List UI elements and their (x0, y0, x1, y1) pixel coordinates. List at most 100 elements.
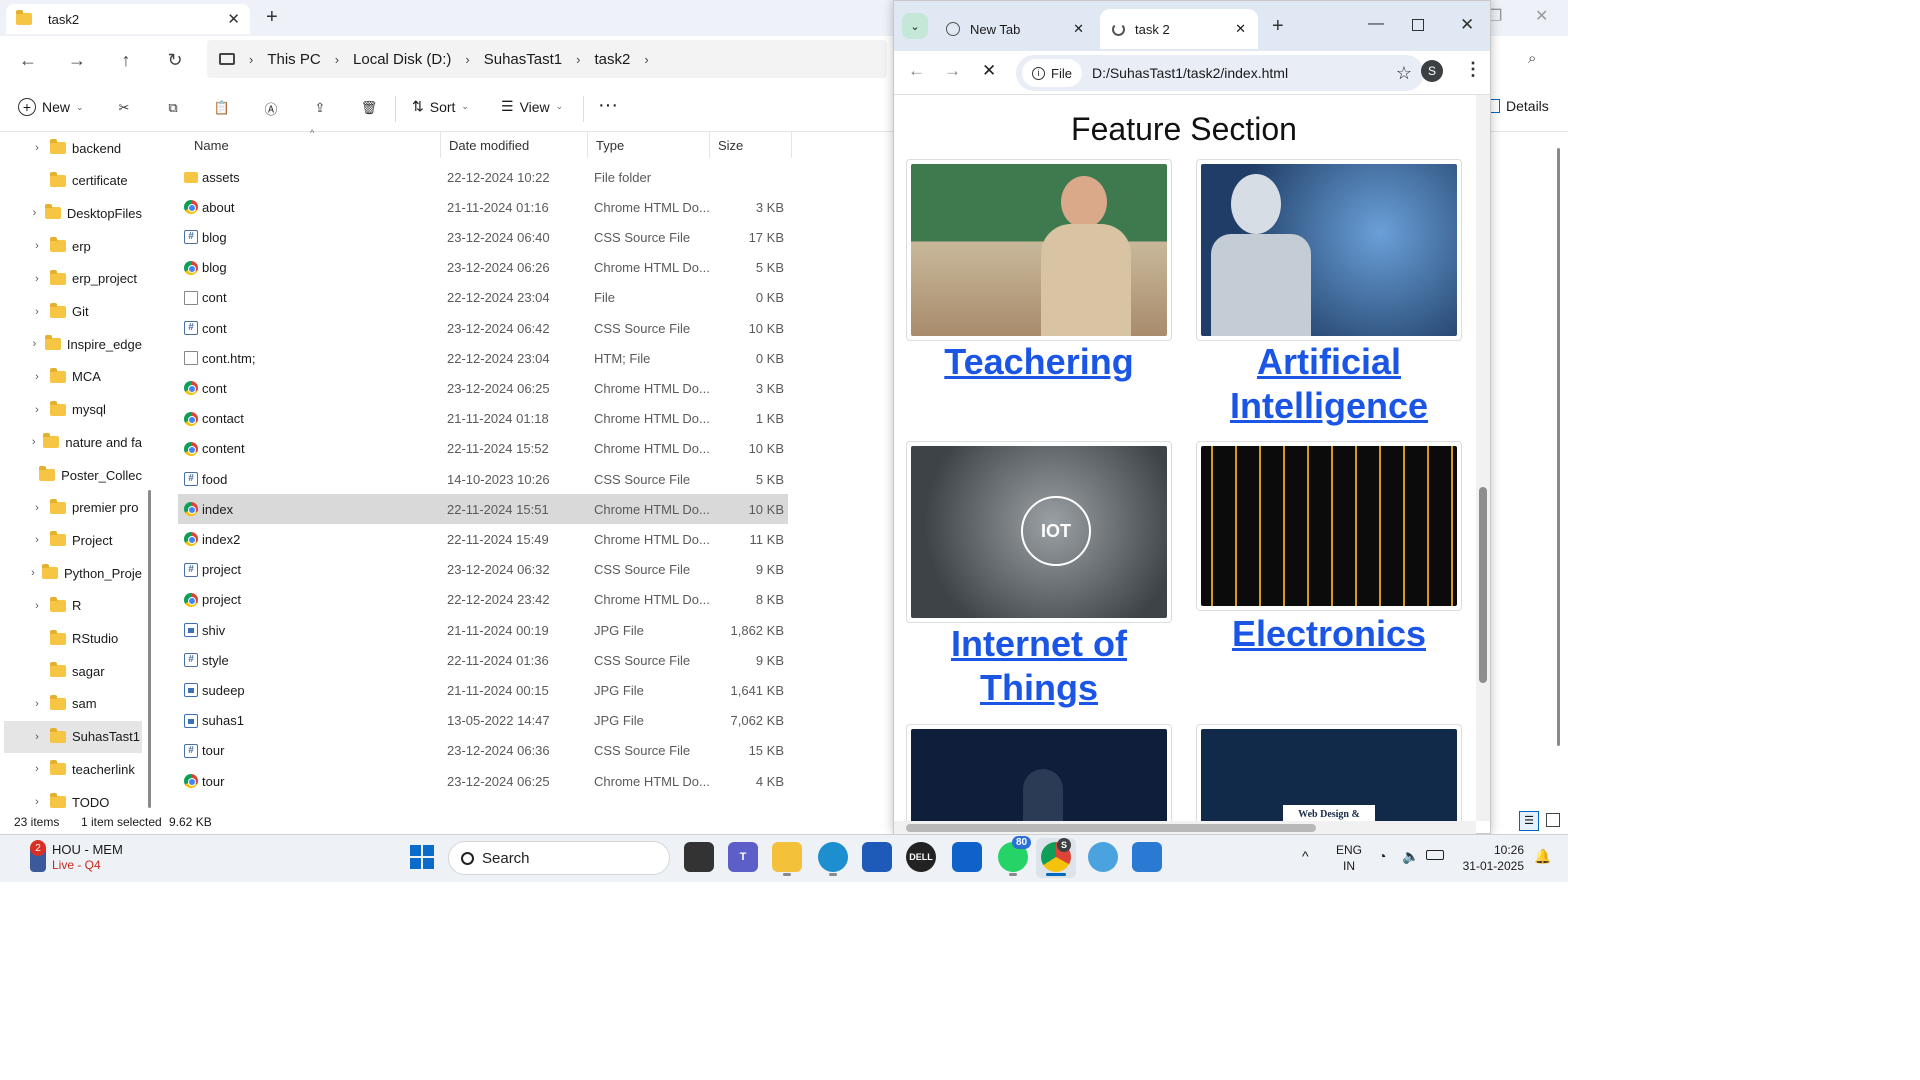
close-tab-icon[interactable]: ✕ (1073, 21, 1084, 37)
nav-item[interactable]: › Git (4, 296, 142, 328)
file-row[interactable]: cont 22-12-2024 23:04 File 0 KB (178, 283, 788, 313)
language-indicator[interactable]: ENG IN (1336, 842, 1362, 874)
chrome-menu-icon[interactable]: ⋮ (1464, 59, 1482, 80)
expand-chevron-icon[interactable]: › (24, 600, 50, 612)
battery-icon[interactable] (1426, 850, 1444, 860)
breadcrumb[interactable]: › This PC › Local Disk (D:) › SuhasTast1… (207, 40, 887, 78)
file-row[interactable]: # blog 23-12-2024 06:40 CSS Source File 17 K… (178, 222, 788, 252)
breadcrumb-item[interactable]: Local Disk (D:) (353, 51, 451, 68)
close-tab-icon[interactable]: ✕ (227, 10, 240, 28)
nav-item[interactable]: › erp_project (4, 263, 142, 295)
file-row[interactable]: suhas1 13-05-2022 14:47 JPG File 7,062 KB (178, 706, 788, 736)
file-row[interactable]: sudeep 21-11-2024 00:15 JPG File 1,641 KB (178, 675, 788, 705)
expand-chevron-icon[interactable]: › (24, 306, 50, 318)
file-row[interactable]: # cont 23-12-2024 06:42 CSS Source File 10 K… (178, 313, 788, 343)
nav-item[interactable]: › MCA (4, 361, 142, 393)
nav-item[interactable]: › Project (4, 524, 142, 556)
clock[interactable]: 10:26 31-01-2025 (1460, 842, 1524, 874)
refresh-button[interactable]: ↻ (163, 48, 187, 72)
cut-icon[interactable]: ✂ (113, 97, 135, 119)
details-button[interactable]: Details (1490, 98, 1549, 114)
nav-item[interactable]: ›certificate (4, 165, 142, 197)
expand-chevron-icon[interactable]: › (24, 698, 50, 710)
breadcrumb-item[interactable]: task2 (594, 51, 630, 68)
nav-item[interactable]: ›sagar (4, 655, 142, 687)
page-horizontal-scrollbar[interactable] (894, 821, 1476, 835)
forward-button[interactable]: → (65, 48, 89, 72)
new-tab-button[interactable]: + (1272, 15, 1284, 38)
new-tab-button[interactable]: + (266, 6, 278, 29)
back-button[interactable]: ← (16, 48, 40, 72)
search-icon[interactable]: ⌕ (1528, 50, 1536, 67)
page-vertical-scrollbar[interactable] (1476, 95, 1490, 821)
feature-link-iot[interactable]: Internet of Things (894, 622, 1189, 710)
minimize-icon[interactable]: — (1368, 15, 1384, 33)
store-icon[interactable] (862, 842, 892, 872)
up-button[interactable]: ↑ (114, 48, 138, 72)
expand-chevron-icon[interactable]: › (24, 240, 50, 252)
remote-desktop-icon[interactable] (952, 842, 982, 872)
wifi-icon[interactable]: ◔ (1378, 848, 1386, 864)
file-row[interactable]: tour 23-12-2024 06:25 Chrome HTML Do... 4 K… (178, 766, 788, 796)
back-button[interactable]: ← (908, 61, 925, 81)
expand-chevron-icon[interactable]: › (24, 371, 50, 383)
close-tab-icon[interactable]: ✕ (1235, 21, 1246, 37)
chrome-tab-new[interactable]: New Tab ✕ (934, 9, 1096, 49)
windows-start-icon[interactable] (410, 845, 434, 869)
nav-item[interactable]: › SuhasTast1 (4, 720, 142, 753)
forward-button[interactable]: → (944, 61, 961, 81)
file-row[interactable]: contact 21-11-2024 01:18 Chrome HTML Do...… (178, 404, 788, 434)
task-view-icon[interactable] (684, 842, 714, 872)
column-header-date[interactable]: Date modified (441, 132, 588, 158)
expand-chevron-icon[interactable]: › (24, 763, 50, 775)
stock-widget[interactable]: 2 (24, 840, 50, 874)
file-row[interactable]: cont 23-12-2024 06:25 Chrome HTML Do... 3 K… (178, 373, 788, 403)
column-header-size[interactable]: Size (710, 132, 792, 158)
view-button[interactable]: ☰ View ⌄ (501, 98, 563, 115)
close-window-icon[interactable]: ✕ (1460, 15, 1474, 35)
maximize-icon[interactable] (1412, 19, 1424, 31)
expand-chevron-icon[interactable]: › (24, 534, 50, 546)
new-button[interactable]: + New ⌄ (18, 98, 84, 116)
volume-icon[interactable]: 🔈 (1402, 848, 1419, 865)
chrome-icon[interactable]: S (1041, 838, 1071, 872)
file-row[interactable]: # style 22-11-2024 01:36 CSS Source File 9 K… (178, 645, 788, 675)
feature-link-teaching[interactable]: Teachering (894, 340, 1189, 384)
edge-icon[interactable] (818, 842, 848, 872)
nav-item[interactable]: › backend (4, 132, 142, 164)
file-row[interactable]: cont.htm; 22-12-2024 23:04 HTM; File 0 KB (178, 343, 788, 373)
nav-item[interactable]: ›RStudio (4, 623, 142, 655)
nav-item[interactable]: › DesktopFiles (4, 197, 142, 229)
file-row[interactable]: project 22-12-2024 23:42 Chrome HTML Do...… (178, 585, 788, 615)
explorer-right-scrollbar[interactable] (1557, 148, 1560, 746)
file-row[interactable]: index 22-11-2024 15:51 Chrome HTML Do... 10… (178, 494, 788, 525)
expand-chevron-icon[interactable]: › (24, 567, 42, 579)
delete-icon[interactable]: 🗑 (358, 97, 380, 119)
breadcrumb-item[interactable]: SuhasTast1 (484, 51, 562, 68)
file-row[interactable]: about 21-11-2024 01:16 Chrome HTML Do... 3 … (178, 192, 788, 222)
omnibox[interactable]: i File D:/SuhasTast1/task2/index.html ☆ (1016, 55, 1424, 91)
nav-item[interactable]: › mysql (4, 394, 142, 426)
nav-scrollbar[interactable] (148, 490, 151, 808)
expand-chevron-icon[interactable]: › (24, 273, 50, 285)
expand-chevron-icon[interactable]: › (24, 404, 50, 416)
url-text[interactable]: D:/SuhasTast1/task2/index.html (1092, 65, 1288, 81)
close-window-icon[interactable]: ✕ (1535, 6, 1548, 26)
teams-icon[interactable]: T (728, 842, 758, 872)
nav-item[interactable]: › Python_Proje (4, 557, 142, 589)
site-info-chip[interactable]: i File (1022, 59, 1082, 87)
file-row[interactable]: assets 22-12-2024 10:22 File folder (178, 162, 788, 192)
profile-avatar[interactable]: S (1421, 60, 1443, 82)
expand-chevron-icon[interactable]: › (24, 502, 50, 514)
file-row[interactable]: shiv 21-11-2024 00:19 JPG File 1,862 KB (178, 615, 788, 645)
show-hidden-icons-chevron[interactable]: ^ (1302, 848, 1309, 864)
file-row[interactable]: # project 23-12-2024 06:32 CSS Source File 9… (178, 555, 788, 585)
file-row[interactable]: blog 23-12-2024 06:26 Chrome HTML Do... 5 K… (178, 253, 788, 283)
file-row[interactable]: # food 14-10-2023 10:26 CSS Source File 5 KB (178, 464, 788, 494)
more-options-icon[interactable]: ··· (598, 94, 618, 117)
tab-search-icon[interactable]: ⌄ (902, 13, 928, 39)
file-row[interactable]: content 22-11-2024 15:52 Chrome HTML Do...… (178, 434, 788, 464)
notification-bell-icon[interactable]: 🔔 (1534, 848, 1551, 865)
sort-button[interactable]: ⇅ Sort ⌄ (412, 98, 469, 115)
taskbar-search[interactable]: Search (448, 841, 670, 875)
